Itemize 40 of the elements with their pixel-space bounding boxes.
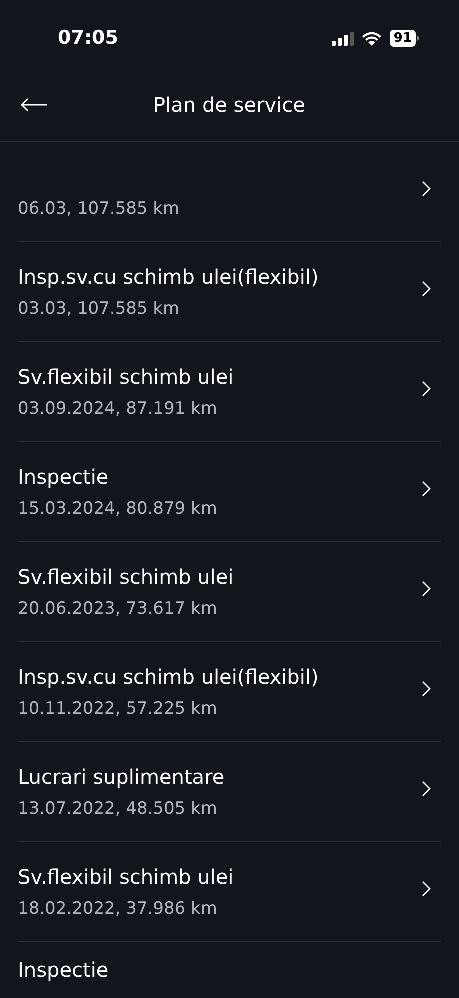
battery-level: 91 [390, 30, 416, 47]
entry-title: Lucrari suplimentare [18, 764, 225, 790]
entry-date: 18.02.2022, 37.986 km [18, 898, 218, 920]
service-entry[interactable]: Inspectie 15.03.2024, 80.879 km [18, 442, 441, 542]
entry-title: Insp.sv.cu schimb ulei(flexibil) [18, 264, 319, 290]
service-entry[interactable]: Insp.sv.cu schimb ulei(flexibil) 03.03, 107.585 km [18, 242, 441, 342]
entry-date: 03.03, 107.585 km [18, 298, 181, 320]
chevron-right-icon [422, 181, 431, 197]
entry-date: 13.07.2022, 48.505 km [18, 798, 218, 820]
entry-title: Insp.sv.cu schimb ulei(flexibil) [18, 664, 319, 690]
back-button[interactable] [20, 97, 50, 113]
chevron-right-icon [422, 281, 431, 297]
chevron-right-icon [422, 681, 431, 697]
entry-title: Inspectie [18, 957, 109, 983]
service-entry[interactable]: Sv.flexibil schimb ulei 20.06.2023, 73.617 km [18, 542, 441, 642]
page-title: Plan de service [154, 92, 306, 119]
chevron-right-icon [422, 481, 431, 497]
entry-date: 20.06.2023, 73.617 km [18, 598, 218, 620]
chevron-right-icon [422, 781, 431, 797]
entry-title: Sv.flexibil schimb ulei [18, 864, 234, 890]
wifi-icon [362, 32, 382, 46]
chevron-right-icon [422, 881, 431, 897]
entry-title: Inspectie [18, 464, 109, 490]
entry-date: 06.03, 107.585 km [18, 198, 181, 220]
entry-title: Sv.flexibil schimb ulei [18, 564, 234, 590]
service-entry[interactable]: Sv.flexibil schimb ulei 03.09.2024, 87.191 km [18, 342, 441, 442]
entry-date: 03.09.2024, 87.191 km [18, 398, 218, 420]
entry-date: 10.11.2022, 57.225 km [18, 698, 218, 720]
service-entry[interactable]: Sv.flexibil schimb ulei 18.02.2022, 37.986 km [18, 842, 441, 942]
entry-date: 15.03.2024, 80.879 km [18, 498, 218, 520]
chevron-right-icon [422, 581, 431, 597]
entry-title: Sv.flexibil schimb ulei [18, 364, 234, 390]
service-entry[interactable]: Lucrari suplimentare 13.07.2022, 48.505 km [18, 742, 441, 842]
chevron-right-icon [422, 381, 431, 397]
service-entry[interactable]: Inspectie [18, 942, 441, 998]
signal-icon [332, 32, 354, 46]
arrow-left-icon [20, 98, 48, 112]
service-entry[interactable]: Insp.sv.cu schimb ulei(flexibil) 10.11.2022, 57.225 km [18, 642, 441, 742]
service-entry[interactable]: 06.03, 107.585 km [18, 142, 441, 242]
status-time: 07:05 [58, 26, 118, 52]
